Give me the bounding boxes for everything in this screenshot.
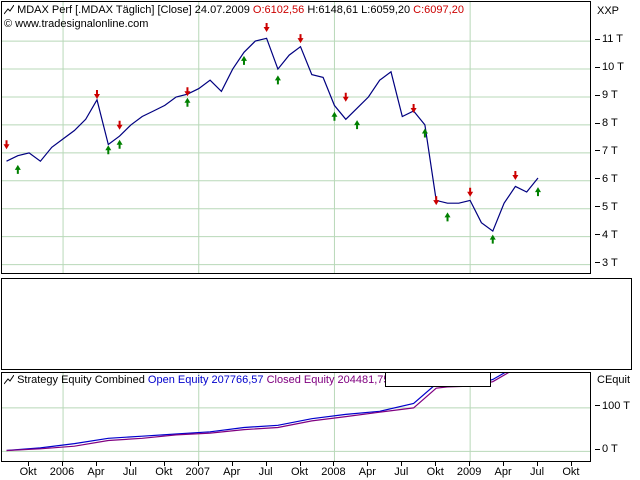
copyright-label: © www.tradesignalonline.com xyxy=(4,18,149,30)
x-tick-label: Okt xyxy=(19,466,37,478)
empty-indicator-panel[interactable] xyxy=(1,278,632,370)
sell-signal-arrow xyxy=(3,140,10,150)
x-tick-label: Okt xyxy=(290,466,309,478)
open-value: O:6102,56 xyxy=(252,4,305,16)
x-tick-label: Okt xyxy=(155,466,173,478)
symbol-label: MDAX Perf [.MDAX Täglich] xyxy=(17,4,155,16)
high-value: H:6148,61 xyxy=(307,4,359,16)
sell-signal-arrow xyxy=(433,196,440,206)
time-x-axis: Okt 2006 Apr Jul Okt 2007 Apr Jul Okt 2008 Apr Jul O… xyxy=(1,462,591,480)
buy-signal-arrow xyxy=(354,120,361,130)
buy-signal-arrow xyxy=(274,75,281,85)
buy-signal-arrow xyxy=(444,212,451,222)
sell-signal-arrow xyxy=(342,92,349,102)
y-tick-label: 6 T xyxy=(595,173,618,185)
x-tick-label: Jul xyxy=(529,466,545,478)
x-tick-label: Jul xyxy=(394,466,409,478)
date-label: 24.07.2009 xyxy=(194,4,250,16)
equity-title: Strategy Equity Combined xyxy=(17,374,145,386)
sell-signal-arrow xyxy=(93,89,100,99)
equity-header: Strategy Equity Combined Open Equity 207… xyxy=(4,374,390,386)
series-line xyxy=(6,37,539,233)
equity-chart-panel[interactable]: Strategy Equity Combined Open Equity 207… xyxy=(1,372,591,462)
open-equity-value: 207766,57 xyxy=(211,374,264,386)
sell-signal-arrow xyxy=(297,34,304,44)
closed-equity-value: 204481,75 xyxy=(337,374,390,386)
y-tick-label: 100 T xyxy=(595,400,630,412)
mode-label: [Close] xyxy=(157,4,192,16)
buy-signal-arrow xyxy=(240,55,247,65)
y-tick-label: 4 T xyxy=(595,229,618,241)
x-tick-label: Jul xyxy=(122,466,137,478)
equity-info-box xyxy=(385,372,491,387)
sell-signal-arrow xyxy=(116,120,123,130)
x-tick-label: Okt xyxy=(562,466,580,478)
buy-signal-arrow xyxy=(116,139,123,149)
x-tick-label: 2006 xyxy=(49,466,75,478)
x-tick-label: Apr xyxy=(358,466,376,478)
y-tick-label: 7 T xyxy=(595,145,618,157)
chart-line-icon xyxy=(4,5,14,15)
equity-chart xyxy=(2,373,590,461)
sell-signal-arrow xyxy=(467,187,474,197)
x-tick-label: 2008 xyxy=(321,466,346,478)
buy-signal-arrow xyxy=(331,111,338,121)
open-equity-label: Open Equity xyxy=(147,374,209,386)
buy-signal-arrow xyxy=(489,234,496,244)
x-tick-label: 2007 xyxy=(185,466,210,478)
y-tick-label: 0 T xyxy=(595,443,618,455)
x-tick-label: Apr xyxy=(87,466,105,478)
y-tick-label: 11 T xyxy=(595,33,623,45)
y-tick-label: 5 T xyxy=(595,201,618,213)
x-tick-label: Apr xyxy=(223,466,241,478)
buy-signal-arrow xyxy=(184,97,191,107)
y-tick-label: 3 T xyxy=(595,257,618,269)
closed-equity-label: Closed Equity xyxy=(266,374,335,386)
x-tick-label: 2009 xyxy=(456,466,482,478)
price-unit-label: XXP xyxy=(597,5,620,17)
price-chart xyxy=(2,2,590,273)
y-tick-label: 10 T xyxy=(595,61,624,73)
equity-y-axis: CEquit 100 T 0 T xyxy=(591,372,639,462)
buy-signal-arrow xyxy=(14,164,21,174)
price-y-axis: XXP 11 T 10 T 9 T 8 T 7 T 6 T 5 T 4 T 3 T xyxy=(591,1,639,274)
equity-unit-label: CEquit xyxy=(597,374,631,386)
x-tick-label: Apr xyxy=(494,466,512,478)
chart-line-icon xyxy=(4,375,14,385)
close-value: C:6097,20 xyxy=(413,4,464,16)
price-header: MDAX Perf [.MDAX Täglich] [Close] 24.07.… xyxy=(4,4,464,16)
x-tick-label: Jul xyxy=(258,466,273,478)
price-chart-panel[interactable]: MDAX Perf [.MDAX Täglich] [Close] 24.07.… xyxy=(1,1,591,274)
low-value: L:6059,20 xyxy=(361,4,411,16)
buy-signal-arrow xyxy=(534,187,541,197)
sell-signal-arrow xyxy=(263,22,270,32)
y-tick-label: 8 T xyxy=(595,117,618,129)
x-tick-label: Okt xyxy=(426,466,444,478)
y-tick-label: 9 T xyxy=(595,89,618,101)
sell-signal-arrow xyxy=(512,171,519,181)
